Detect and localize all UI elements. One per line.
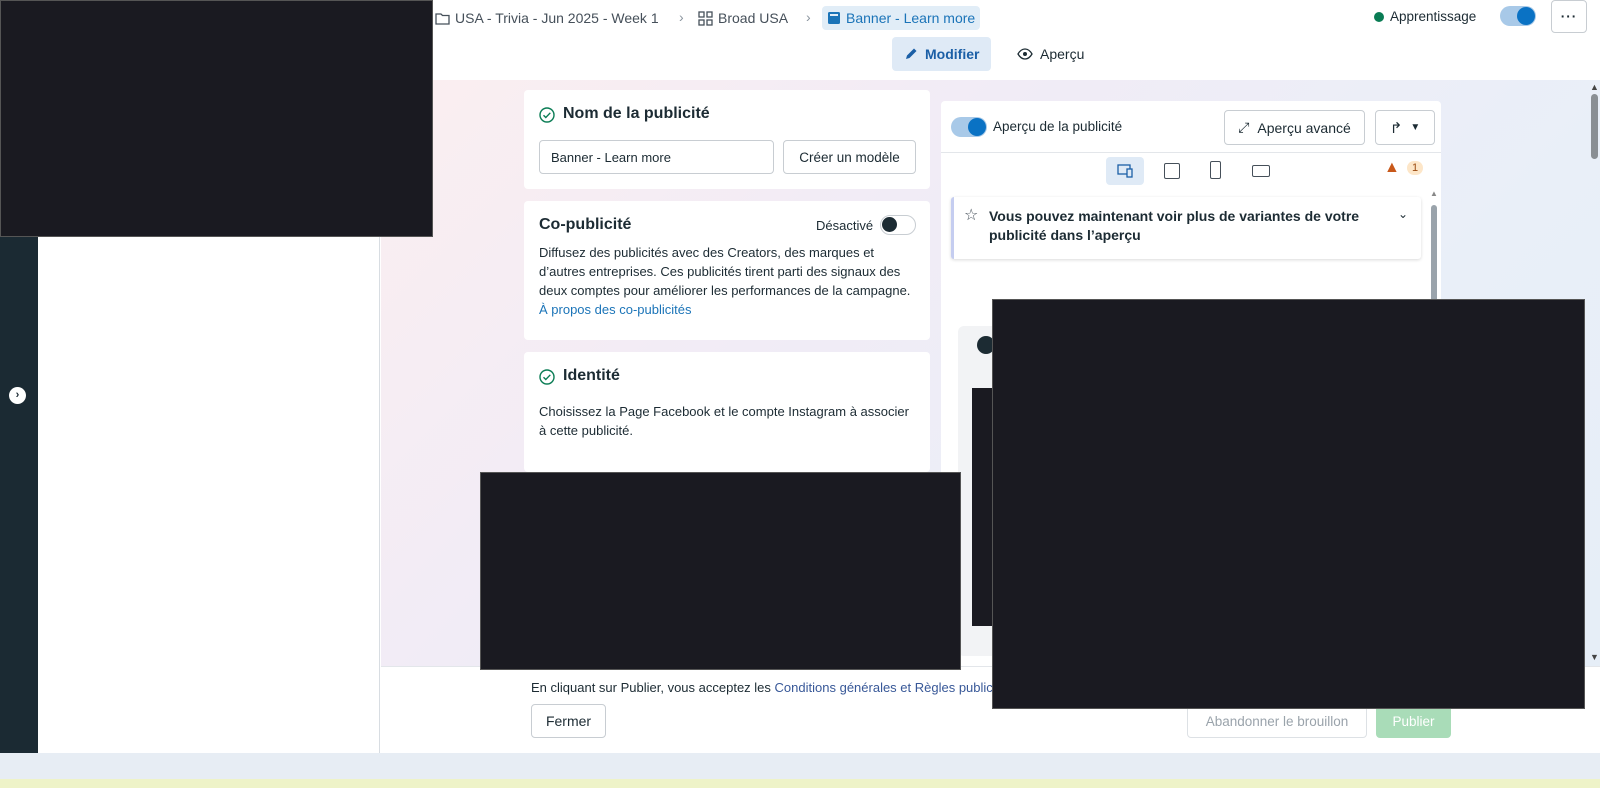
toggle-knob [1517, 7, 1535, 25]
preview-toggle[interactable] [951, 117, 987, 137]
top-header: USA - Trivia - Jun 2025 - Week 1 › Broad… [425, 0, 1600, 80]
folder-icon [435, 12, 450, 25]
create-template-label: Créer un modèle [799, 149, 900, 165]
scroll-up-icon: ▲ [1430, 189, 1438, 198]
share-menu-button[interactable]: ↱ ▼ [1375, 110, 1435, 145]
side-panel [38, 235, 380, 753]
breadcrumb-ad[interactable]: Banner - Learn more [822, 6, 981, 30]
chevron-right-icon: › [15, 389, 20, 401]
ad-name-input[interactable]: Banner - Learn more [539, 140, 774, 174]
copub-title: Co-publicité [539, 216, 632, 233]
chevron-down-icon: ▼ [1410, 122, 1421, 133]
main-scrollbar[interactable]: ▲ ▼ [1589, 82, 1600, 666]
left-rail [0, 235, 38, 753]
toggle-knob [882, 217, 897, 232]
ad-icon [828, 12, 840, 24]
close-label: Fermer [545, 713, 592, 729]
preview-toggle-label: Aperçu de la publicité [993, 119, 1123, 134]
horizontal-format-icon[interactable] [1252, 165, 1270, 177]
tab-edit-label: Modifier [925, 46, 980, 62]
terms-prefix: En cliquant sur Publier, vous acceptez l… [531, 680, 771, 695]
chevron-right-icon: › [679, 9, 684, 25]
create-template-button[interactable]: Créer un modèle [783, 140, 916, 174]
more-icon: ··· [1560, 9, 1578, 24]
copub-description: Diffusez des publicités avec des Creator… [539, 243, 917, 319]
identity-title: Identité [563, 367, 620, 384]
breadcrumb-ad-label: Banner - Learn more [846, 10, 976, 26]
ad-name-value: Banner - Learn more [551, 149, 671, 165]
check-circle-icon [539, 369, 555, 385]
terms-text: En cliquant sur Publier, vous acceptez l… [531, 680, 993, 695]
browser-bottom-area [0, 753, 1600, 779]
terms-link[interactable]: Conditions générales et Règles public [775, 680, 993, 695]
breadcrumb-campaign-label: USA - Trivia - Jun 2025 - Week 1 [455, 10, 659, 26]
status-dot [1374, 12, 1384, 22]
warning-icon[interactable]: ▲ [1384, 159, 1400, 177]
tab-preview-label: Aperçu [1040, 46, 1085, 62]
copub-description-text: Diffusez des publicités avec des Creator… [539, 245, 911, 298]
grid-icon [698, 10, 713, 26]
preview-notice: ☆ Vous pouvez maintenant voir plus de va… [951, 197, 1421, 259]
publish-label: Publier [1392, 713, 1435, 729]
copub-status: Désactivé [816, 218, 874, 233]
breadcrumb-adset-label: Broad USA [718, 10, 789, 26]
copub-card: Co-publicité Désactivé Diffusez des publ… [524, 201, 930, 340]
taskbar-edge [0, 779, 1600, 788]
copub-toggle[interactable] [880, 215, 916, 235]
check-circle-icon [539, 107, 555, 123]
close-button[interactable]: Fermer [531, 704, 606, 738]
ad-name-card: Nom de la publicité Banner - Learn more … [524, 90, 930, 189]
eye-icon [1017, 48, 1033, 60]
more-options-button[interactable]: ··· [1551, 0, 1587, 33]
expand-icon: ⤢ [1238, 119, 1250, 135]
scroll-down-icon: ▼ [1590, 652, 1599, 662]
star-icon: ☆ [964, 207, 979, 224]
identity-card: Identité Choisissez la Page Facebook et … [524, 352, 930, 472]
ad-status-toggle[interactable] [1500, 6, 1536, 26]
redacted-region [480, 472, 961, 670]
divider [941, 152, 1441, 153]
tab-preview[interactable]: Aperçu [1005, 37, 1096, 71]
tab-edit[interactable]: Modifier [892, 37, 992, 71]
share-icon: ↱ [1389, 119, 1403, 137]
ad-name-title: Nom de la publicité [563, 105, 710, 122]
pencil-icon [906, 48, 917, 59]
chevron-right-icon: › [806, 9, 811, 25]
status-label: Apprentissage [1390, 9, 1477, 24]
advanced-preview-label: Aperçu avancé [1257, 119, 1351, 136]
warning-count-badge: 1 [1407, 161, 1424, 175]
main-scroll-thumb[interactable] [1591, 94, 1598, 159]
placement-all-button[interactable] [1106, 157, 1144, 185]
discard-draft-label: Abandonner le brouillon [1205, 713, 1349, 729]
scroll-up-icon: ▲ [1590, 82, 1599, 92]
expand-rail-button[interactable]: › [9, 387, 26, 404]
discard-draft-button[interactable]: Abandonner le brouillon [1187, 704, 1367, 738]
preview-notice-text: Vous pouvez maintenant voir plus de vari… [989, 208, 1360, 243]
copub-link[interactable]: À propos des co-publicités [539, 302, 691, 317]
redacted-region [992, 299, 1585, 709]
toggle-knob [968, 118, 986, 136]
breadcrumb-campaign[interactable]: USA - Trivia - Jun 2025 - Week 1 [435, 6, 659, 30]
redacted-region [0, 0, 433, 237]
identity-description: Choisissez la Page Facebook et le compte… [539, 404, 909, 438]
chevron-down-icon[interactable]: ⌄ [1398, 207, 1408, 221]
vertical-format-icon[interactable] [1210, 161, 1221, 179]
breadcrumb-adset[interactable]: Broad USA [698, 6, 788, 30]
square-format-icon[interactable] [1164, 163, 1180, 179]
advanced-preview-button[interactable]: ⤢ Aperçu avancé [1224, 110, 1365, 145]
devices-icon [1116, 164, 1133, 178]
publish-button[interactable]: Publier [1376, 704, 1451, 738]
